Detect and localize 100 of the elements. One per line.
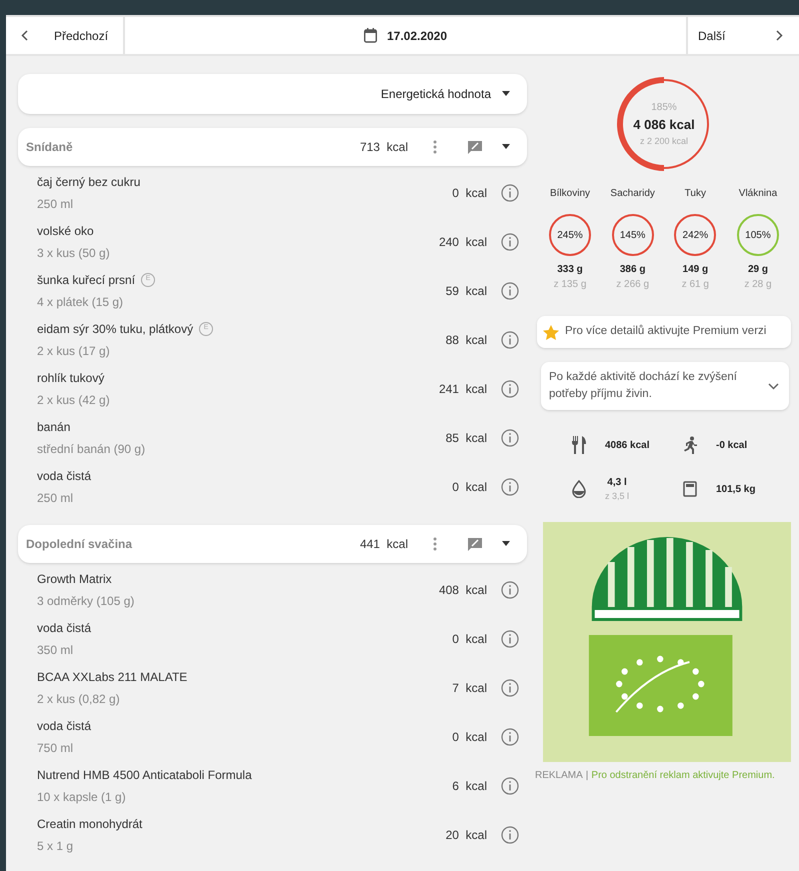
date-picker[interactable]: 17.02.2020: [125, 17, 686, 54]
food-amount: 3 x kus (50 g): [37, 244, 111, 262]
caret-icon[interactable]: [501, 144, 511, 150]
next-day-button[interactable]: Další: [686, 17, 799, 54]
food-kcal: 240 kcal: [438, 234, 487, 250]
scale-icon: [683, 481, 697, 497]
nutrient-amount: 29 g: [748, 263, 768, 277]
food-row[interactable]: banán střední banán (90 g) 85 kcal: [18, 413, 527, 462]
premium-banner[interactable]: Pro více detailů aktivujte Premium verzi: [537, 316, 791, 348]
activity-note[interactable]: Po každé aktivitě dochází ke zvýšení potřeby příjmu živin.: [541, 362, 789, 410]
food-row[interactable]: voda čistá 350 ml 0 kcal: [18, 614, 527, 663]
food-amount: 250 ml: [37, 490, 74, 506]
info-icon[interactable]: [501, 580, 519, 598]
info-icon[interactable]: [501, 330, 519, 348]
ad-separator: |: [586, 769, 588, 783]
nutrient-amount: 149 g: [682, 263, 708, 277]
nutrient-label: Sacharidy: [610, 187, 655, 201]
nutrient-percent: 145%: [620, 228, 646, 242]
food-name: Nutrend HMB 4500 Anticataboli Formula: [37, 766, 252, 784]
nutrient-goal: z 266 g: [616, 278, 650, 292]
food-kcal: 0 kcal: [452, 478, 487, 496]
food-amount: 4 x plátek (15 g): [37, 294, 124, 310]
meal-header[interactable]: Dopolední svačina 441 kcal: [18, 525, 527, 563]
info-icon[interactable]: [501, 478, 519, 496]
info-icon[interactable]: [501, 826, 519, 844]
stat-goal: z 3,5 l: [605, 490, 630, 503]
food-name: eidam sýr 30% tuku, plátkový: [37, 320, 194, 338]
info-icon[interactable]: [501, 630, 519, 648]
food-kcal: 0 kcal: [452, 728, 487, 746]
meal-title: Dopolední svačina: [26, 536, 134, 553]
food-name: voda čistá: [37, 468, 92, 484]
previous-day-button[interactable]: Předchozí: [6, 17, 125, 54]
meal-header[interactable]: Snídaně 713 kcal: [18, 128, 527, 166]
meal-kcal: 713 kcal: [360, 139, 408, 156]
nutrient-goal: z 28 g: [744, 278, 772, 292]
note-icon[interactable]: [467, 140, 483, 154]
more-icon[interactable]: [433, 140, 437, 154]
food-amount: 350 ml: [37, 642, 74, 658]
food-name: voda čistá: [37, 718, 92, 734]
food-kcal: 7 kcal: [452, 680, 487, 696]
food-row[interactable]: volské oko 3 x kus (50 g) 240 kcal: [18, 217, 527, 266]
food-amount: 750 ml: [37, 740, 74, 756]
note-icon[interactable]: [467, 537, 483, 551]
chevron-right-icon: [776, 30, 783, 41]
food-kcal: 88 kcal: [446, 332, 487, 348]
food-kcal: 0 kcal: [452, 630, 487, 648]
food-row[interactable]: Growth Matrix 3 odměrky (105 g) 408 kcal: [18, 565, 527, 614]
stat-value: 4086 kcal: [605, 438, 650, 452]
food-row[interactable]: BCAA XXLabs 211 MALATE 2 x kus (0,82 g) 7 kcal: [18, 663, 527, 712]
food-row[interactable]: voda čistá 250 ml 0 kcal: [18, 462, 527, 511]
food-row[interactable]: čaj černý bez cukru 250 ml 0 kcal: [18, 168, 527, 217]
info-icon[interactable]: [501, 776, 519, 794]
stat-value: 101,5 kg: [716, 482, 756, 496]
nutrient-percent: 245%: [557, 228, 583, 242]
chevron-down-icon[interactable]: [768, 382, 779, 390]
food-amount: 250 ml: [37, 196, 74, 212]
info-icon[interactable]: [501, 380, 519, 398]
fork-knife-icon: [571, 436, 587, 454]
info-icon[interactable]: [501, 282, 519, 300]
info-icon[interactable]: [501, 728, 519, 746]
meal-title: Snídaně: [26, 139, 74, 156]
caret-icon[interactable]: [501, 541, 511, 547]
info-icon[interactable]: [501, 184, 519, 202]
nutrient-label: Vláknina: [738, 187, 778, 201]
ad-label: REKLAMA: [535, 769, 583, 783]
food-row[interactable]: voda čistá 750 ml 0 kcal: [18, 712, 527, 761]
energy-value: 4 086 kcal: [633, 116, 695, 134]
food-kcal: 0 kcal: [452, 184, 487, 202]
food-kcal: 20 kcal: [446, 826, 487, 844]
food-amount: 2 x kus (0,82 g): [37, 690, 121, 708]
food-name: Growth Matrix: [37, 570, 112, 588]
caret-icon: [501, 91, 511, 97]
food-name: čaj černý bez cukru: [37, 174, 140, 190]
activity-note-text: Po každé aktivitě dochází ke zvýšení potřeby příjmu živin.: [549, 370, 738, 402]
food-row[interactable]: Nutrend HMB 4500 Anticataboli Formula 10 x kapsle (1 g) 6 kcal: [18, 761, 527, 810]
nutrient-amount: 333 g: [557, 263, 583, 277]
nutrient-percent: 242%: [682, 228, 708, 242]
nutrient-amount: 386 g: [620, 263, 646, 277]
nutrient-goal: z 135 g: [554, 278, 586, 292]
info-icon[interactable]: [501, 428, 519, 446]
food-kcal: 241 kcal: [438, 380, 487, 398]
drop-icon: [572, 480, 586, 498]
food-amount: 2 x kus (42 g): [37, 392, 111, 408]
nutrient-percent: 105%: [745, 228, 771, 242]
food-name: rohlík tukový: [37, 370, 104, 386]
running-person-icon: [682, 436, 698, 454]
energy-goal: z 2 200 kcal: [640, 134, 688, 148]
food-row[interactable]: Creatin monohydrát 5 x 1 g 20 kcal: [18, 810, 527, 859]
info-icon[interactable]: [501, 678, 519, 696]
info-icon[interactable]: [501, 232, 519, 250]
food-amount: 10 x kapsle (1 g): [37, 788, 127, 806]
food-row[interactable]: rohlík tukový 2 x kus (42 g) 241 kcal: [18, 364, 527, 413]
food-name: volské oko: [37, 222, 94, 240]
stat-value: -0 kcal: [716, 438, 748, 452]
nutrient-label: Tuky: [684, 187, 706, 201]
premium-text: Pro více detailů aktivujte Premium verzi: [565, 324, 766, 340]
more-icon[interactable]: [433, 537, 437, 551]
food-kcal: 59 kcal: [446, 282, 487, 300]
food-kcal: 408 kcal: [438, 582, 487, 598]
nutrient-select[interactable]: Energetická hodnota: [18, 74, 527, 114]
